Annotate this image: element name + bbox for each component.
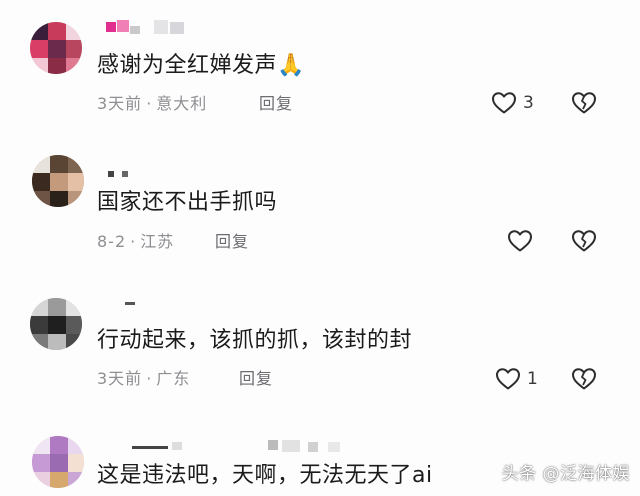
like-count: 1 — [527, 369, 538, 389]
watermark: 头条 @泛海体娱 — [501, 464, 630, 484]
comment-text: 行动起来，该抓的抓，该封的封 — [97, 328, 413, 353]
avatar[interactable] — [30, 298, 82, 350]
like-button[interactable]: 1 — [495, 367, 538, 391]
comment-time: 3天前 — [97, 94, 143, 113]
comment-text: 国家还不出手抓吗 — [97, 190, 278, 215]
dislike-button[interactable] — [571, 367, 597, 395]
broken-heart-icon — [572, 92, 596, 114]
heart-outline-icon — [496, 368, 520, 390]
reply-button[interactable]: 回复 — [259, 94, 293, 114]
heart-outline-icon — [508, 230, 532, 252]
avatar[interactable] — [30, 22, 82, 74]
dislike-button[interactable] — [571, 229, 597, 257]
meta-separator: · — [146, 369, 153, 388]
comment-location: 意大利 — [156, 94, 208, 113]
meta-separator: · — [130, 232, 137, 251]
comment-meta: 3天前 · 意大利 — [97, 94, 207, 114]
avatar[interactable] — [32, 436, 84, 488]
username-blurred[interactable] — [106, 20, 196, 34]
username-blurred[interactable] — [108, 169, 148, 183]
comment-meta: 8-2 · 江苏 — [97, 232, 174, 252]
like-button[interactable]: 3 — [491, 91, 534, 115]
comment-item: 这是违法吧，天啊，无法无天了ai — [0, 420, 640, 496]
comment-location: 广东 — [156, 369, 191, 388]
comment-time: 3天前 — [97, 369, 143, 388]
comment-item: 国家还不出手抓吗 8-2 · 江苏 回复 — [0, 135, 640, 280]
comment-time: 8-2 — [97, 232, 127, 251]
reply-button[interactable]: 回复 — [239, 369, 273, 389]
reply-button[interactable]: 回复 — [215, 232, 249, 252]
username-blurred[interactable] — [125, 298, 155, 312]
like-button[interactable] — [507, 229, 539, 253]
broken-heart-icon — [572, 368, 596, 390]
heart-outline-icon — [492, 92, 516, 114]
like-count: 3 — [523, 93, 534, 113]
comment-text: 这是违法吧，天啊，无法无天了ai — [97, 463, 433, 488]
comment-item: 行动起来，该抓的抓，该封的封 3天前 · 广东 回复 1 — [0, 280, 640, 420]
dislike-button[interactable] — [571, 91, 597, 119]
comment-text: 感谢为全红婵发声🙏 — [97, 53, 305, 78]
comment-location: 江苏 — [140, 232, 175, 251]
avatar[interactable] — [32, 155, 84, 207]
username-blurred[interactable] — [108, 440, 348, 454]
meta-separator: · — [146, 94, 153, 113]
broken-heart-icon — [572, 230, 596, 252]
comment-meta: 3天前 · 广东 — [97, 369, 190, 389]
comment-item: 感谢为全红婵发声🙏 3天前 · 意大利 回复 3 — [0, 0, 640, 135]
